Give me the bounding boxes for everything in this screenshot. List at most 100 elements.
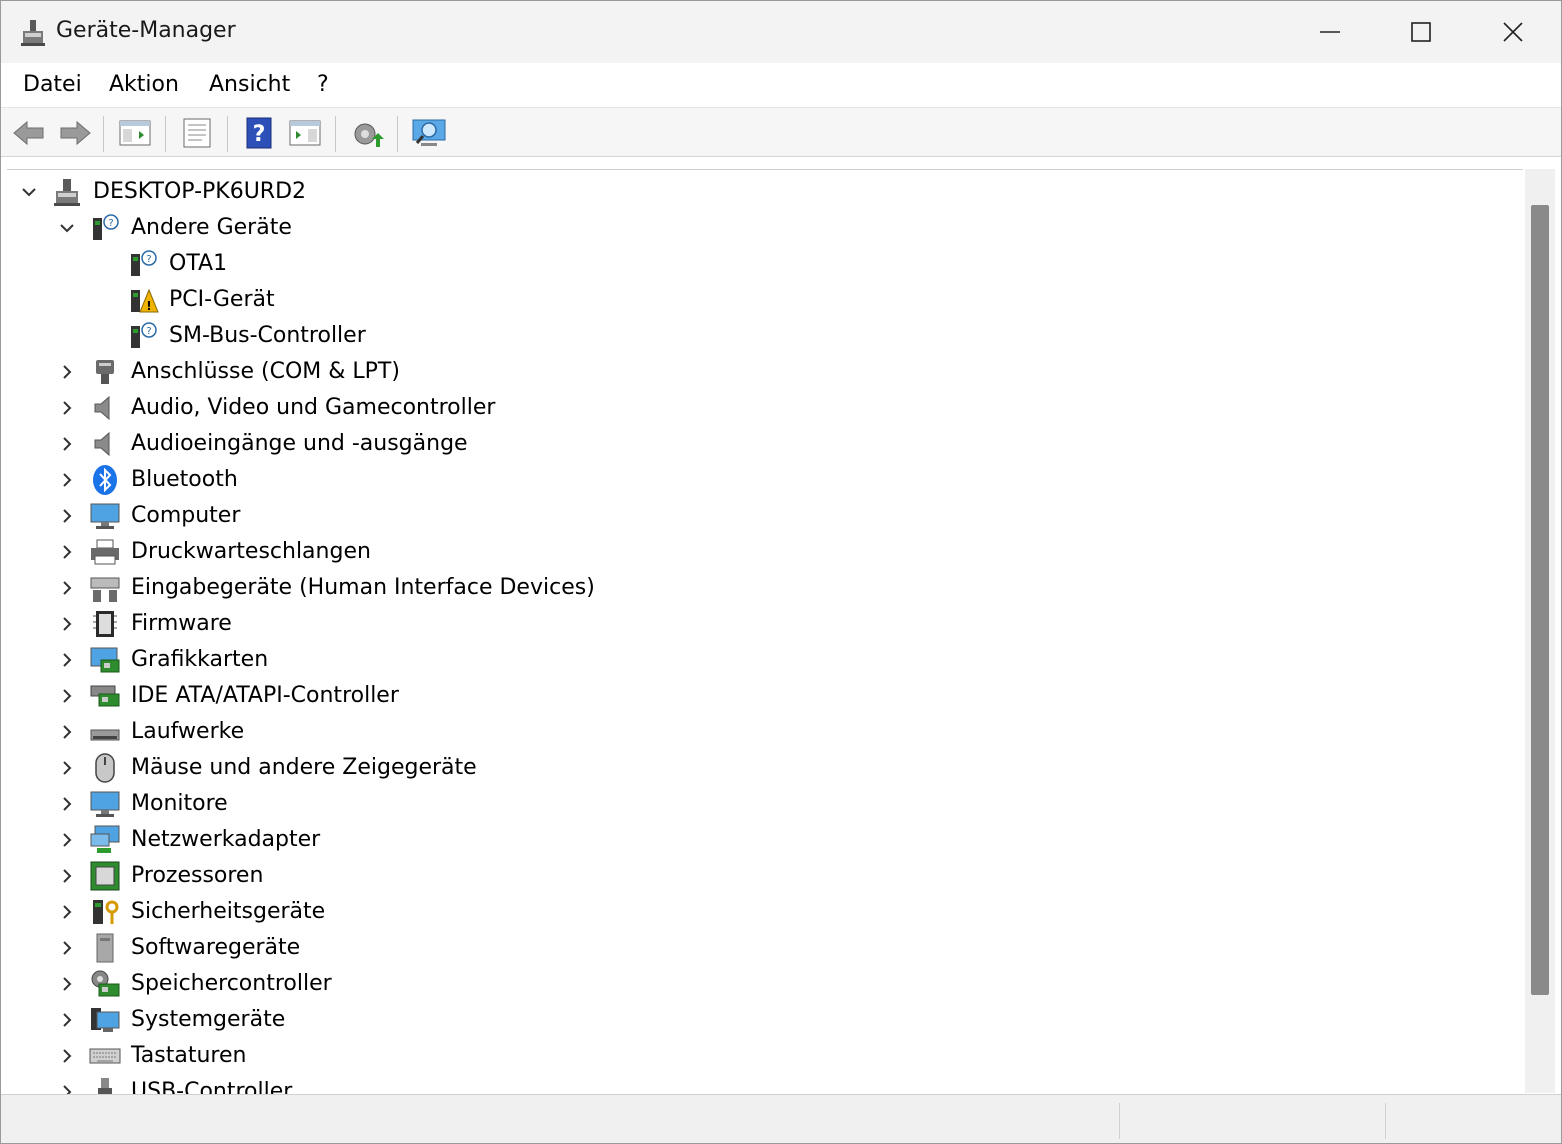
tree-device-pci[interactable]: ! PCI-Gerät <box>7 282 1507 318</box>
drive-icon <box>90 729 120 741</box>
svg-text:?: ? <box>108 218 113 229</box>
vertical-scrollbar[interactable] <box>1525 169 1555 1093</box>
tree-category-label: Druckwarteschlangen <box>131 539 371 564</box>
tree-category-monitors[interactable]: Monitore <box>7 786 1507 822</box>
action-pane-button[interactable] <box>287 116 323 150</box>
close-button[interactable] <box>1467 1 1559 63</box>
security-key-icon <box>93 900 119 924</box>
update-driver-button[interactable] <box>349 116 385 150</box>
software-device-icon <box>96 933 114 963</box>
help-button[interactable]: ? <box>241 116 277 150</box>
toolbar-separator <box>335 116 336 152</box>
tree-category-drives[interactable]: Laufwerke <box>7 714 1507 750</box>
tree-category-label: Bluetooth <box>131 467 238 492</box>
forward-button[interactable] <box>57 116 93 150</box>
menu-datei[interactable]: Datei <box>23 72 82 97</box>
tree-category-hid[interactable]: Eingabegeräte (Human Interface Devices) <box>7 570 1507 606</box>
window-title: Geräte-Manager <box>56 18 236 43</box>
unknown-device-icon: ? <box>131 250 157 276</box>
chevron-right-icon[interactable] <box>57 758 77 778</box>
title-bar[interactable]: Geräte-Manager <box>1 1 1561 63</box>
chevron-right-icon[interactable] <box>57 470 77 490</box>
toolbar-separator <box>165 116 166 152</box>
chevron-right-icon[interactable] <box>57 434 77 454</box>
tree-category-system-devices[interactable]: Systemgeräte <box>7 1002 1507 1038</box>
chevron-right-icon[interactable] <box>57 902 77 922</box>
tree-category-ports[interactable]: Anschlüsse (COM & LPT) <box>7 354 1507 390</box>
show-action-pane-icon <box>289 120 321 146</box>
tree-category-storage-controllers[interactable]: Speichercontroller <box>7 966 1507 1002</box>
tree-category-audio-io[interactable]: Audioeingänge und -ausgänge <box>7 426 1507 462</box>
tree-category-bluetooth[interactable]: Bluetooth <box>7 462 1507 498</box>
chevron-right-icon[interactable] <box>57 722 77 742</box>
tree-category-other-devices[interactable]: ? Andere Geräte <box>7 210 1507 246</box>
tree-category-computer[interactable]: Computer <box>7 498 1507 534</box>
scan-hardware-button[interactable] <box>411 116 447 150</box>
chevron-right-icon[interactable] <box>57 830 77 850</box>
device-tree[interactable]: DESKTOP-PK6URD2 ? Andere Geräte ? OTA1 !… <box>7 169 1523 1094</box>
tree-device-smbus[interactable]: ? SM-Bus-Controller <box>7 318 1507 354</box>
chevron-down-icon[interactable] <box>19 182 39 202</box>
chevron-right-icon[interactable] <box>57 866 77 886</box>
tree-category-audio-video[interactable]: Audio, Video und Gamecontroller <box>7 390 1507 426</box>
tree-category-label: Andere Geräte <box>131 215 292 240</box>
menu-aktion[interactable]: Aktion <box>109 72 179 97</box>
ide-controller-icon <box>90 685 120 707</box>
tree-category-mice[interactable]: Mäuse und andere Zeigegeräte <box>7 750 1507 786</box>
menu-help[interactable]: ? <box>317 72 329 97</box>
help-icon: ? <box>246 117 272 149</box>
toolbar: ? <box>1 108 1561 157</box>
maximize-button[interactable] <box>1375 1 1467 63</box>
chevron-right-icon[interactable] <box>57 1010 77 1030</box>
chevron-right-icon[interactable] <box>57 650 77 670</box>
tree-category-firmware[interactable]: Firmware <box>7 606 1507 642</box>
chevron-right-icon[interactable] <box>57 578 77 598</box>
tree-category-software-devices[interactable]: Softwaregeräte <box>7 930 1507 966</box>
scrollbar-thumb[interactable] <box>1531 205 1549 995</box>
tree-category-processors[interactable]: Prozessoren <box>7 858 1507 894</box>
tree-root-row[interactable]: DESKTOP-PK6URD2 <box>7 174 1507 210</box>
chevron-right-icon[interactable] <box>57 974 77 994</box>
monitor-icon <box>90 791 120 817</box>
tree-category-print-queues[interactable]: Druckwarteschlangen <box>7 534 1507 570</box>
tree-root-label: DESKTOP-PK6URD2 <box>93 179 307 204</box>
tree-category-keyboards[interactable]: Tastaturen <box>7 1038 1507 1074</box>
tree-category-label: Prozessoren <box>131 863 264 888</box>
input-device-icon <box>90 577 120 602</box>
back-button[interactable] <box>11 116 47 150</box>
tree-category-graphics[interactable]: Grafikkarten <box>7 642 1507 678</box>
tree-category-security[interactable]: Sicherheitsgeräte <box>7 894 1507 930</box>
chevron-right-icon[interactable] <box>57 1082 77 1094</box>
chevron-right-icon[interactable] <box>57 938 77 958</box>
port-connector-icon <box>96 360 114 384</box>
status-bar <box>1 1094 1561 1143</box>
properties-icon <box>183 118 211 148</box>
tree-device-ota1[interactable]: ? OTA1 <box>7 246 1507 282</box>
keyboard-icon <box>89 1048 121 1064</box>
chevron-right-icon[interactable] <box>57 398 77 418</box>
tree-category-label: Softwaregeräte <box>131 935 301 960</box>
tree-category-ide[interactable]: IDE ATA/ATAPI-Controller <box>7 678 1507 714</box>
properties-button[interactable] <box>179 116 215 150</box>
forward-arrow-icon <box>60 120 91 146</box>
chevron-right-icon[interactable] <box>57 614 77 634</box>
chevron-right-icon[interactable] <box>57 542 77 562</box>
chevron-right-icon[interactable] <box>57 794 77 814</box>
update-driver-icon <box>354 123 384 147</box>
svg-text:?: ? <box>253 122 266 147</box>
chevron-right-icon[interactable] <box>57 506 77 526</box>
menu-ansicht[interactable]: Ansicht <box>209 72 290 97</box>
processor-icon <box>90 861 120 891</box>
minimize-button[interactable] <box>1284 1 1376 63</box>
chevron-right-icon[interactable] <box>57 1046 77 1066</box>
chevron-down-icon[interactable] <box>57 218 77 238</box>
tree-category-usb[interactable]: USB-Controller <box>7 1074 1507 1094</box>
tree-category-label: Eingabegeräte (Human Interface Devices) <box>131 575 595 600</box>
computer-tower-icon <box>54 179 80 206</box>
show-hide-tree-button[interactable] <box>117 116 153 150</box>
maximize-icon <box>1411 22 1431 42</box>
chevron-right-icon[interactable] <box>57 362 77 382</box>
tree-category-label: IDE ATA/ATAPI-Controller <box>131 683 399 708</box>
tree-category-network[interactable]: Netzwerkadapter <box>7 822 1507 858</box>
chevron-right-icon[interactable] <box>57 686 77 706</box>
